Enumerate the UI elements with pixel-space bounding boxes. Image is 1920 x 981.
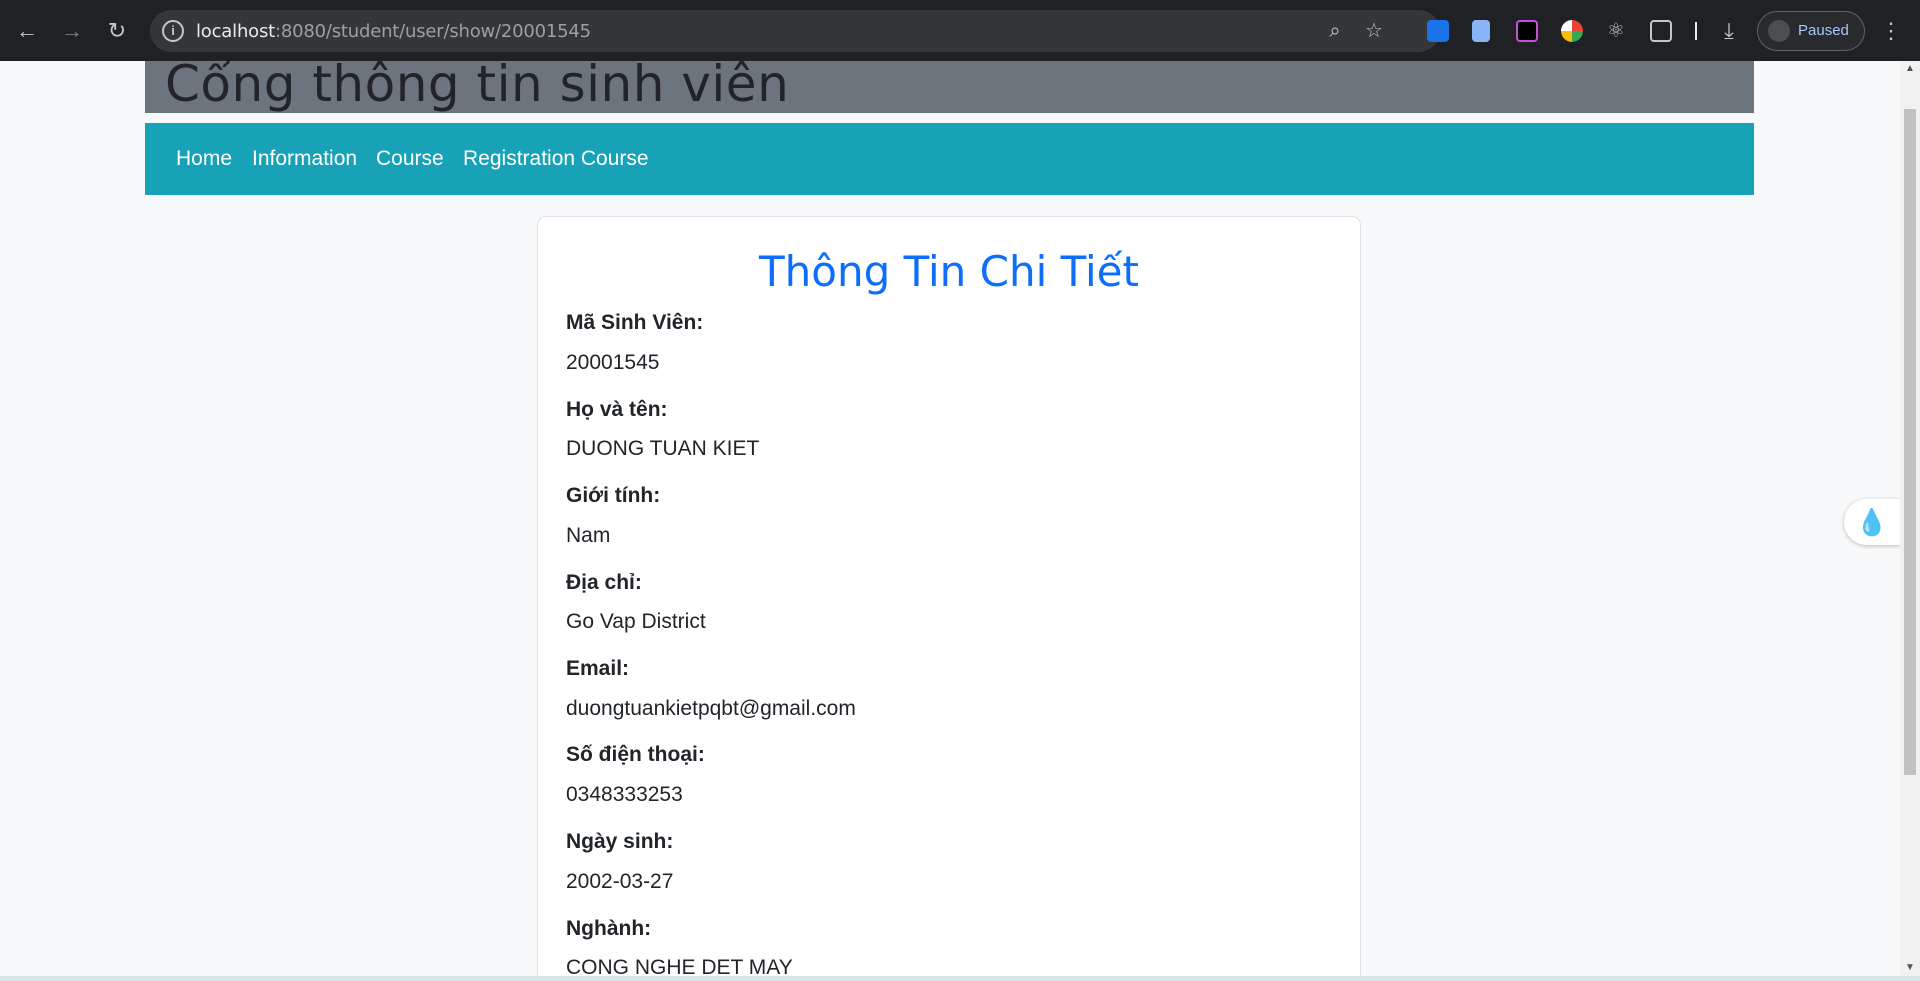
value-email: duongtuankietpqbt@gmail.com xyxy=(566,697,856,720)
back-icon[interactable]: ← xyxy=(10,14,44,48)
value-student-id: 20001545 xyxy=(566,351,660,374)
url-text[interactable]: localhost:8080/student/user/show/2000154… xyxy=(196,21,591,42)
extension-color-icon[interactable] xyxy=(1561,20,1583,42)
label-phone: Số điện thoại: xyxy=(566,743,705,766)
download-icon[interactable]: ⤓ xyxy=(1712,14,1746,48)
extension-docs-icon[interactable] xyxy=(1472,20,1490,42)
avatar xyxy=(1768,20,1790,42)
scroll-thumb[interactable] xyxy=(1904,109,1916,775)
value-full-name: DUONG TUAN KIET xyxy=(566,437,760,460)
bottom-strip xyxy=(0,976,1920,981)
nav-course[interactable]: Course xyxy=(376,147,444,171)
react-devtools-icon[interactable]: ⚛ xyxy=(1605,20,1627,42)
scroll-up-icon[interactable]: ▲ xyxy=(1900,61,1920,77)
profile-chip[interactable]: Paused xyxy=(1757,11,1865,51)
forward-icon[interactable]: → xyxy=(55,14,89,48)
card-title: Thông Tin Chi Tiết xyxy=(759,247,1139,296)
profile-status: Paused xyxy=(1798,22,1849,39)
extension-dark-icon[interactable] xyxy=(1516,20,1538,42)
value-gender: Nam xyxy=(566,524,611,547)
address-bar[interactable]: i localhost:8080/student/user/show/20001… xyxy=(150,10,1440,52)
label-major: Nghành: xyxy=(566,917,652,940)
extension-water-icon[interactable] xyxy=(1427,20,1449,42)
site-header: Cổng thông tin sinh viên xyxy=(145,61,1754,113)
page-scrollbar[interactable]: ▲ ▼ xyxy=(1900,61,1920,976)
nav-registration-course[interactable]: Registration Course xyxy=(463,147,649,171)
zoom-icon[interactable]: ⌕ xyxy=(1323,19,1347,43)
bookmark-star-icon[interactable]: ☆ xyxy=(1362,19,1386,43)
floating-assistant-icon[interactable]: 💧 xyxy=(1844,499,1900,545)
label-full-name: Họ và tên: xyxy=(566,398,668,421)
label-email: Email: xyxy=(566,657,630,680)
extensions-icon[interactable] xyxy=(1650,20,1672,42)
label-gender: Giới tính: xyxy=(566,484,661,507)
value-phone: 0348333253 xyxy=(566,783,683,806)
student-detail-card: Thông Tin Chi Tiết Mã Sinh Viên: 2000154… xyxy=(537,216,1361,976)
site-title: Cổng thông tin sinh viên xyxy=(165,61,790,113)
nav-information[interactable]: Information xyxy=(252,147,357,171)
nav-home[interactable]: Home xyxy=(176,147,232,171)
value-birthdate: 2002-03-27 xyxy=(566,870,674,893)
label-birthdate: Ngày sinh: xyxy=(566,830,674,853)
scroll-down-icon[interactable]: ▼ xyxy=(1900,960,1920,976)
reload-icon[interactable]: ↻ xyxy=(100,14,134,48)
site-info-icon[interactable]: i xyxy=(162,20,184,42)
page-content: Cổng thông tin sinh viên Home Informatio… xyxy=(0,61,1900,976)
browser-toolbar: ← → ↻ i localhost:8080/student/user/show… xyxy=(0,0,1920,61)
value-address: Go Vap District xyxy=(566,610,706,633)
label-address: Địa chỉ: xyxy=(566,571,642,594)
toolbar-divider xyxy=(1695,22,1697,40)
menu-icon[interactable]: ⋮ xyxy=(1874,14,1908,48)
main-navbar: Home Information Course Registration Cou… xyxy=(145,123,1754,195)
value-major: CONG NGHE DET MAY xyxy=(566,956,793,976)
label-student-id: Mã Sinh Viên: xyxy=(566,311,704,334)
